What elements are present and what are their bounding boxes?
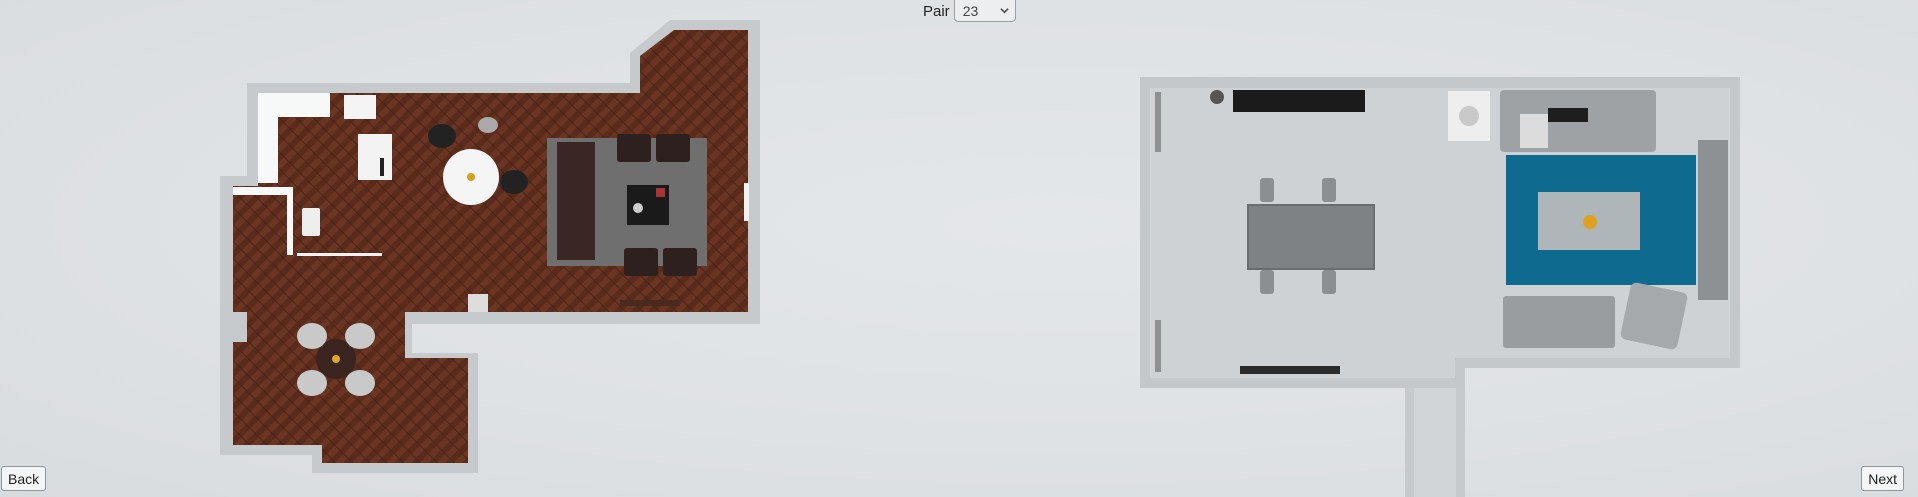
tv-wall-panel [1698,140,1728,300]
floor-plan-right [1140,77,1740,497]
curtain-top [1155,92,1161,152]
back-button[interactable]: Back [1,466,47,491]
corridor-floor [1414,372,1456,497]
bench [1240,366,1340,374]
armchair [1620,282,1688,350]
plant-pot [1210,90,1224,104]
dining-chair-2 [1322,178,1336,202]
next-button[interactable]: Next [1861,466,1904,491]
tv-console [1233,90,1365,112]
curtain-bottom [1155,320,1161,372]
dining-chair-4 [1322,270,1336,294]
dining-chair-1 [1260,178,1274,202]
dining-chair-3 [1260,270,1274,294]
sofa-bottom [1503,296,1615,348]
dining-table [1247,204,1375,270]
